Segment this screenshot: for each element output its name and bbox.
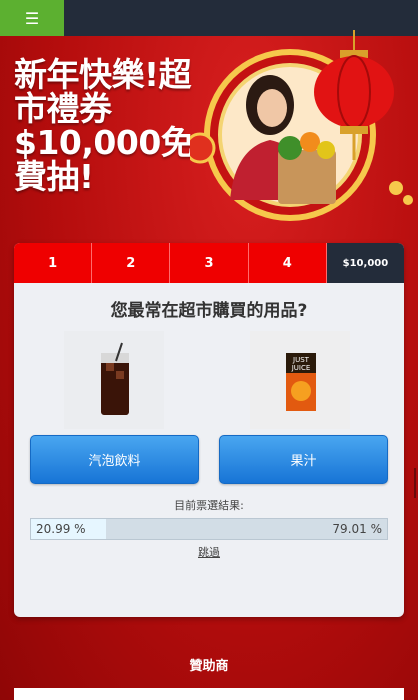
hero-title: 新年快樂!超市禮券$10,000免費抽! — [14, 55, 194, 196]
lantern-icon — [314, 56, 394, 128]
juice-carton-icon: JUST JUICE — [286, 353, 316, 411]
results-left-percent: 20.99 % — [36, 522, 86, 536]
flower-icon — [190, 132, 216, 164]
menu-icon[interactable]: ☰ — [0, 0, 64, 36]
juice-image[interactable]: JUST JUICE — [250, 331, 350, 429]
svg-text:JUICE: JUICE — [291, 364, 311, 372]
quiz-card: 1 2 3 4 $10,000 您最常在超市購買的用品? JUST JUICE — [14, 243, 404, 617]
sponsor-banner[interactable] — [14, 688, 404, 700]
skip-link[interactable]: 跳過 — [14, 544, 404, 560]
step-2: 2 — [92, 243, 171, 283]
step-3: 3 — [170, 243, 249, 283]
answer-choices: 汽泡飲料 果汁 — [14, 435, 404, 495]
results-bar: 20.99 % 79.01 % — [30, 518, 388, 540]
answer-juice-button[interactable]: 果汁 — [219, 435, 388, 484]
results-label: 目前票選結果: — [174, 499, 244, 512]
step-tabs: 1 2 3 4 $10,000 — [14, 243, 404, 283]
answer-soda-button[interactable]: 汽泡飲料 — [30, 435, 199, 484]
question-text: 您最常在超市購買的用品? — [110, 301, 308, 321]
step-prize: $10,000 — [326, 243, 404, 283]
results-right-percent: 79.01 % — [332, 522, 382, 536]
cola-image[interactable] — [64, 331, 164, 429]
woman-face — [257, 89, 287, 127]
product-images: JUST JUICE — [14, 329, 404, 429]
scrollbar[interactable] — [414, 468, 416, 498]
sponsor-heading: 贊助商 — [189, 659, 229, 674]
svg-text:JUST: JUST — [292, 356, 310, 364]
soda-glass-icon — [101, 342, 129, 415]
step-1: 1 — [14, 243, 93, 283]
hero-illustration — [190, 30, 413, 221]
step-4: 4 — [248, 243, 327, 283]
